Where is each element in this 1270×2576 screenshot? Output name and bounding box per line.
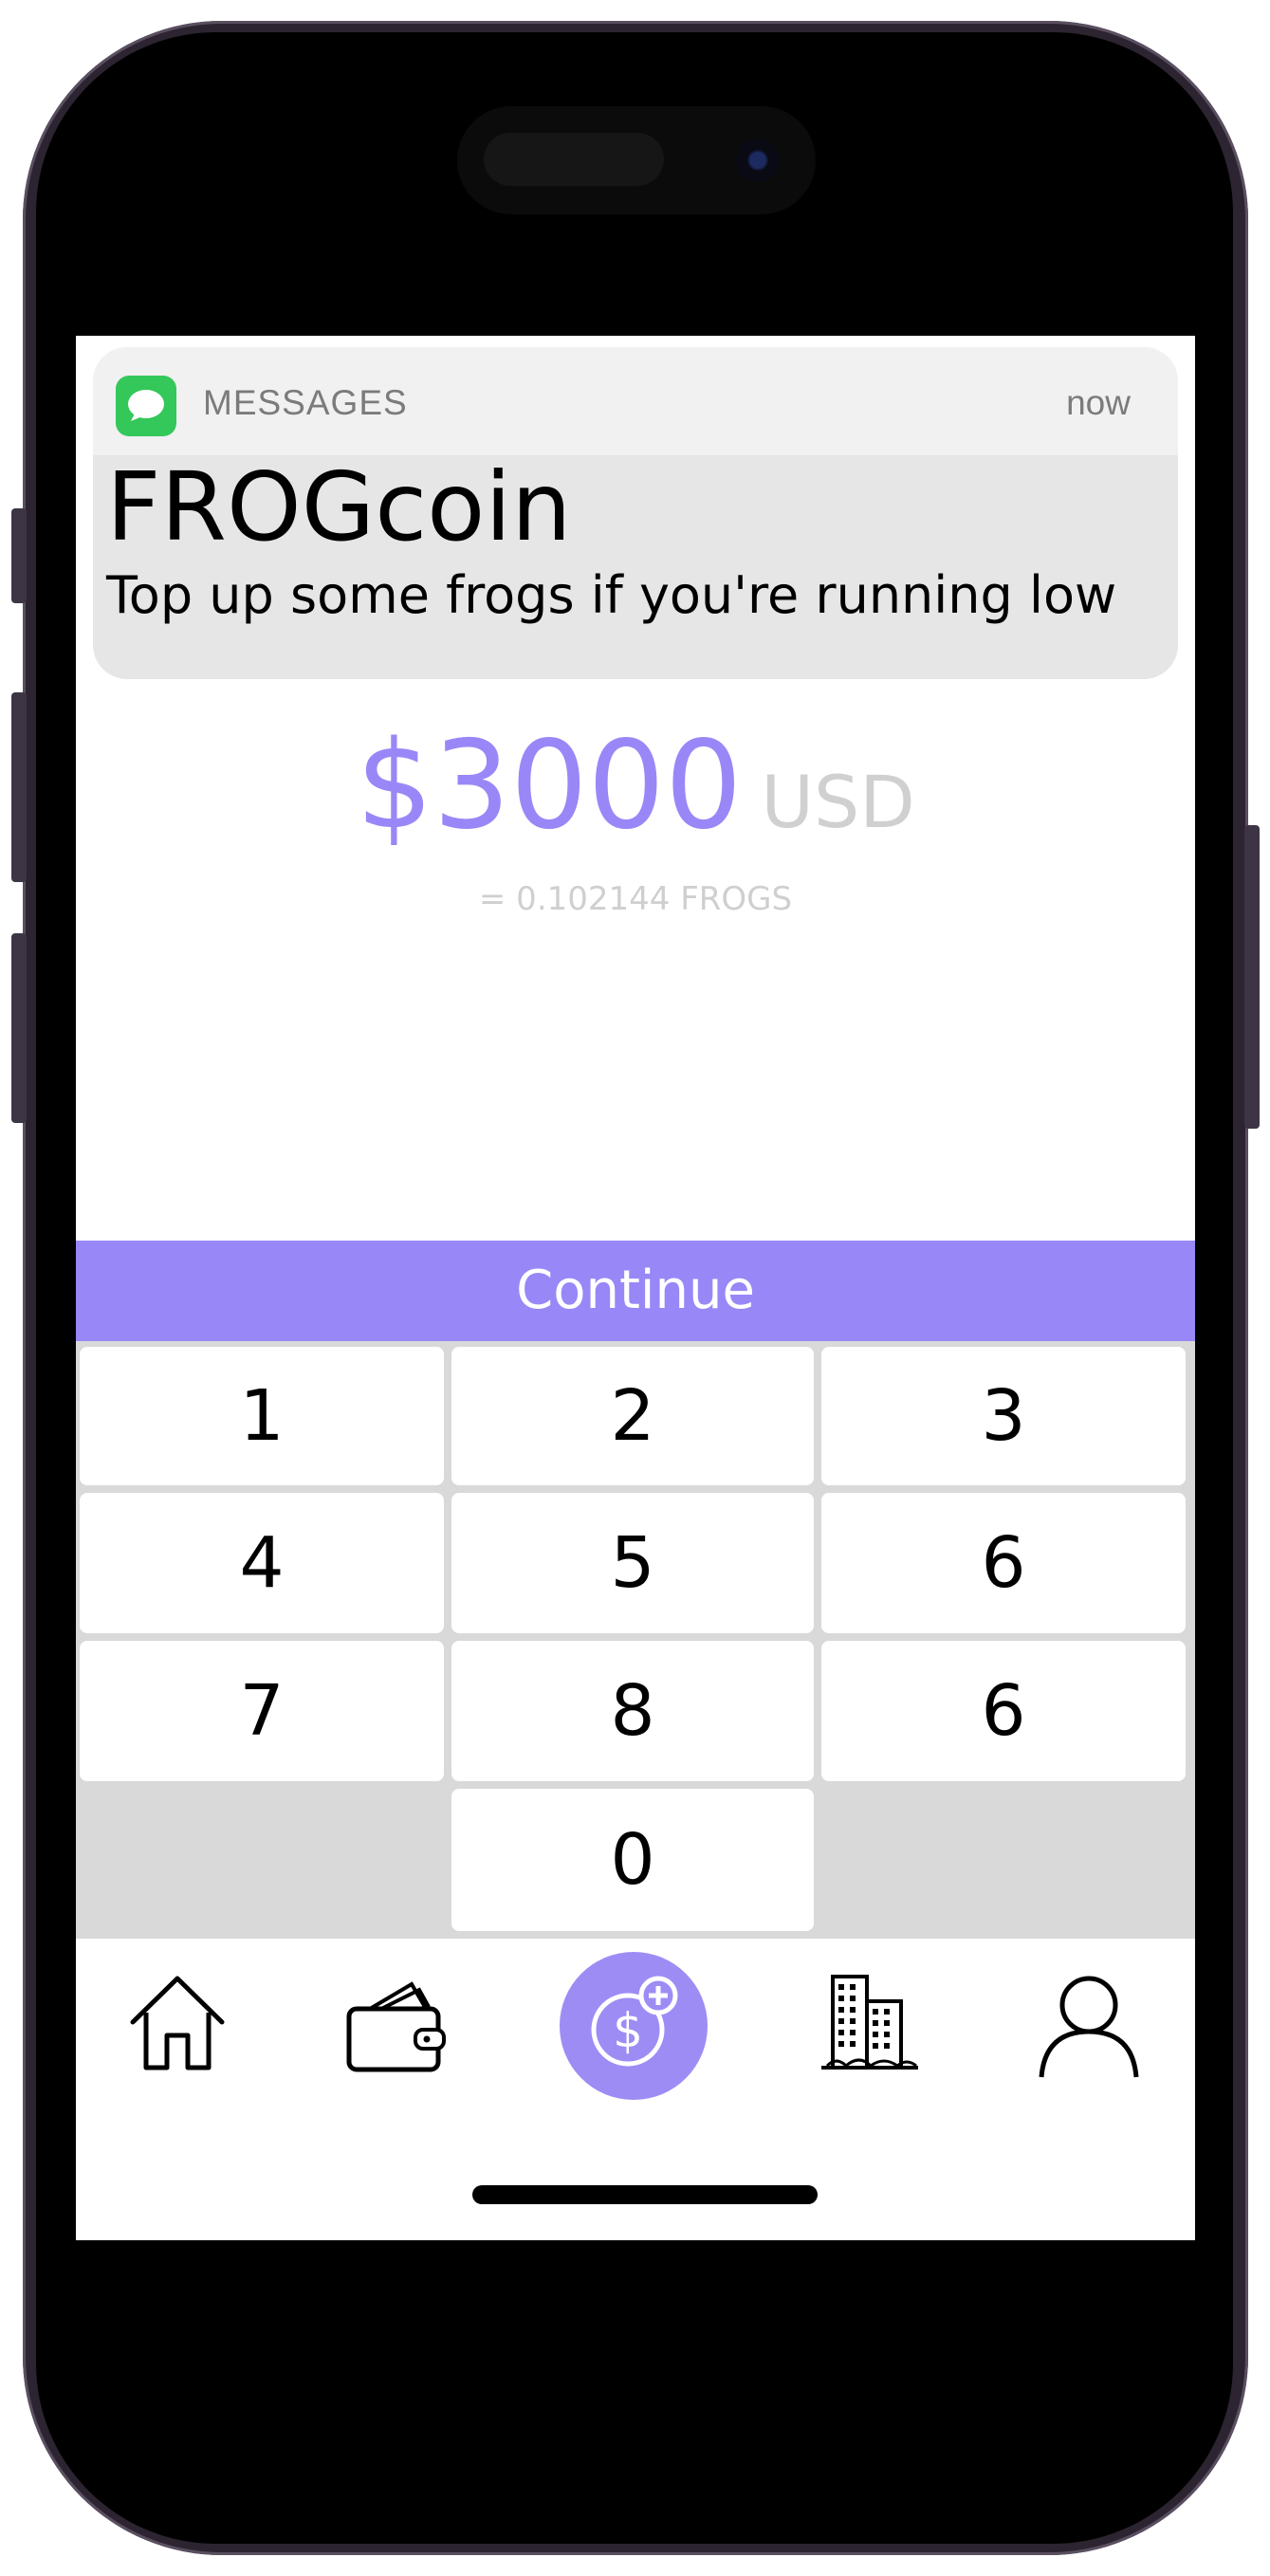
key-5[interactable]: 5 (451, 1493, 814, 1633)
message-notification[interactable]: MESSAGES now FROGcoin Top up some frogs … (93, 347, 1178, 679)
key-3[interactable]: 3 (821, 1347, 1186, 1485)
app-screen: MESSAGES now FROGcoin Top up some frogs … (76, 336, 1195, 2240)
home-icon (130, 1976, 225, 2070)
bottom-tab-bar: $ (76, 1939, 1195, 2240)
tab-home[interactable] (125, 1971, 230, 2075)
messages-bubble-icon (116, 376, 176, 436)
key-4[interactable]: 4 (80, 1493, 444, 1633)
amount-display: $3000 USD (76, 715, 1195, 856)
numeric-keypad: 1 2 3 4 5 6 7 8 6 0 (76, 1341, 1195, 1939)
key-9[interactable]: 6 (821, 1641, 1186, 1781)
key-2[interactable]: 2 (451, 1347, 814, 1485)
continue-button[interactable]: Continue (76, 1241, 1195, 1341)
notification-body: Top up some frogs if you're running low (106, 565, 1117, 625)
amount-currency: USD (761, 760, 915, 844)
tab-buildings[interactable] (818, 1967, 922, 2081)
notification-app-name: MESSAGES (203, 383, 408, 422)
power-button (1244, 825, 1260, 1129)
notification-title: FROGcoin (106, 451, 572, 562)
volume-up-button (11, 692, 27, 882)
key-1[interactable]: 1 (80, 1347, 444, 1485)
wallet-icon (346, 1981, 446, 2072)
front-camera (736, 138, 780, 182)
frogs-conversion: = 0.102144 FROGS (478, 880, 793, 918)
tab-profile[interactable] (1034, 1971, 1144, 2081)
svg-text:$: $ (613, 2003, 643, 2058)
key-6[interactable]: 6 (821, 1493, 1186, 1633)
profile-icon (1039, 1976, 1139, 2078)
buildings-icon (821, 1975, 918, 2070)
tab-wallet[interactable] (343, 1977, 448, 2075)
key-8[interactable]: 8 (451, 1641, 814, 1781)
amount-value: $3000 (356, 715, 743, 856)
home-indicator[interactable] (472, 2185, 818, 2204)
action-button (11, 508, 27, 603)
notification-time: now (1066, 383, 1131, 422)
key-0[interactable]: 0 (451, 1789, 814, 1931)
tab-add-funds[interactable]: $ (560, 1952, 708, 2100)
add-funds-icon: $ (591, 1976, 678, 2067)
notification-header: MESSAGES now (93, 347, 1178, 455)
key-7[interactable]: 7 (80, 1641, 444, 1781)
volume-down-button (11, 933, 27, 1123)
dynamic-island-sensor (484, 133, 664, 186)
